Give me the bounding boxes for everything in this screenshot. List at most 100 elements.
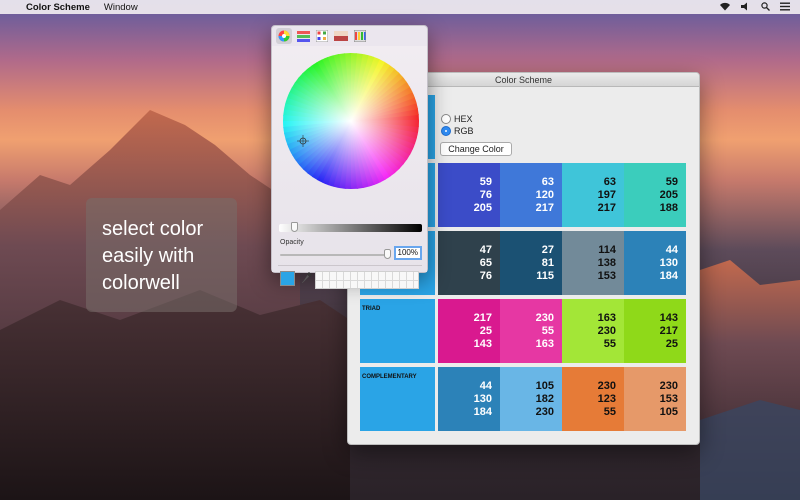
- swatch-value-b: 115: [536, 269, 554, 282]
- swatch-value-g: 123: [597, 392, 616, 405]
- scheme-label: TRIAD: [360, 299, 435, 363]
- swatch-value-b: 205: [473, 201, 492, 214]
- swatch-value-b: 76: [479, 269, 492, 282]
- swatch-value-b: 143: [473, 337, 492, 350]
- color-wheel-icon: [278, 30, 290, 42]
- color-palettes-icon: [316, 30, 328, 42]
- swatch-value-b: 55: [603, 337, 616, 350]
- saved-swatches[interactable]: [315, 271, 419, 289]
- color-swatch[interactable]: 105 182 230: [500, 367, 562, 431]
- color-swatch[interactable]: 63 197 217: [562, 163, 624, 227]
- swatch-value-b: 105: [659, 405, 678, 418]
- picker-tabs: [276, 28, 368, 44]
- swatch-value-g: 197: [597, 188, 616, 201]
- swatch-value-r: 63: [603, 175, 616, 188]
- color-swatch[interactable]: 44 130 184: [624, 231, 686, 295]
- color-swatch[interactable]: 143 217 25: [624, 299, 686, 363]
- wifi-icon[interactable]: [719, 2, 731, 13]
- color-swatch[interactable]: 27 81 115: [500, 231, 562, 295]
- color-swatch[interactable]: 63 120 217: [500, 163, 562, 227]
- swatch-value-g: 217: [659, 324, 678, 337]
- swatch-value-r: 143: [659, 311, 678, 324]
- color-swatch[interactable]: 114 138 153: [562, 231, 624, 295]
- color-swatch[interactable]: 59 76 205: [438, 163, 500, 227]
- radio-hex-label: HEX: [454, 114, 473, 124]
- menu-bar: Color Scheme Window: [0, 0, 800, 14]
- swatch-value-g: 25: [479, 324, 492, 337]
- color-swatch[interactable]: 230 153 105: [624, 367, 686, 431]
- tab-color-sliders[interactable]: [295, 28, 311, 44]
- swatch-value-r: 63: [541, 175, 554, 188]
- swatch-value-r: 217: [473, 311, 492, 324]
- swatch-value-r: 114: [598, 243, 616, 256]
- menu-app-name[interactable]: Color Scheme: [26, 2, 90, 13]
- brightness-knob[interactable]: [291, 222, 298, 232]
- caption-line-1: select color: [102, 218, 204, 240]
- swatch-value-b: 217: [597, 201, 616, 214]
- image-palettes-icon: [334, 31, 348, 41]
- menu-window[interactable]: Window: [104, 2, 138, 13]
- color-swatch[interactable]: 47 65 76: [438, 231, 500, 295]
- tab-image-palettes[interactable]: [333, 28, 349, 44]
- swatch-value-b: 25: [665, 337, 678, 350]
- caption-line-3: colorwell: [102, 272, 180, 294]
- swatch-value-g: 230: [597, 324, 616, 337]
- swatch-value-g: 205: [659, 188, 678, 201]
- format-option-rgb[interactable]: RGB: [441, 125, 474, 137]
- format-radio-group: HEX RGB: [441, 113, 474, 137]
- opacity-knob[interactable]: [384, 249, 391, 259]
- tab-color-wheel[interactable]: [276, 28, 292, 44]
- swatch-value-g: 55: [541, 324, 554, 337]
- swatch-value-g: 65: [479, 256, 492, 269]
- tab-color-palettes[interactable]: [314, 28, 330, 44]
- swatch-value-g: 120: [535, 188, 554, 201]
- swatch-value-g: 182: [535, 392, 554, 405]
- color-swatch[interactable]: 44 130 184: [438, 367, 500, 431]
- caption-line-2: easily with: [102, 245, 195, 267]
- swatch-value-g: 153: [659, 392, 678, 405]
- swatch-value-r: 44: [665, 243, 678, 256]
- swatch-value-b: 217: [535, 201, 554, 214]
- search-icon[interactable]: [761, 1, 770, 13]
- color-swatch[interactable]: 163 230 55: [562, 299, 624, 363]
- swatch-value-b: 184: [659, 269, 678, 282]
- swatch-value-r: 27: [541, 243, 554, 256]
- picker-body: Opacity 100%: [272, 46, 427, 289]
- eyedropper-icon[interactable]: [301, 271, 313, 286]
- opacity-value-field[interactable]: 100%: [394, 246, 422, 260]
- opacity-slider[interactable]: [280, 254, 390, 256]
- swatch-value-r: 230: [597, 379, 616, 392]
- radio-rgb[interactable]: [441, 126, 451, 136]
- notification-center-icon[interactable]: [780, 2, 790, 13]
- color-swatch[interactable]: 59 205 188: [624, 163, 686, 227]
- format-option-hex[interactable]: HEX: [441, 113, 474, 125]
- swatch-value-r: 44: [479, 379, 492, 392]
- swatch-value-r: 59: [479, 175, 492, 188]
- swatch-value-r: 59: [665, 175, 678, 188]
- scheme-label: COMPLEMENTARY: [360, 367, 435, 431]
- scheme-row: COMPLEMENTARY 44 130 184 105 182 230 230 123 55 23…: [360, 367, 690, 431]
- tab-crayons[interactable]: [352, 28, 368, 44]
- brightness-slider[interactable]: [279, 224, 422, 232]
- swatch-value-b: 184: [473, 405, 492, 418]
- volume-icon[interactable]: [741, 2, 751, 13]
- swatch-value-g: 76: [479, 188, 492, 201]
- current-color-swatch[interactable]: [280, 271, 295, 286]
- swatch-value-r: 47: [479, 243, 492, 256]
- swatch-value-r: 230: [659, 379, 678, 392]
- radio-rgb-label: RGB: [454, 126, 474, 136]
- color-wheel[interactable]: [282, 52, 420, 190]
- swatch-value-g: 130: [473, 392, 492, 405]
- swatch-value-r: 105: [535, 379, 554, 392]
- change-color-button[interactable]: Change Color: [440, 142, 512, 156]
- color-swatch[interactable]: 230 123 55: [562, 367, 624, 431]
- color-swatch[interactable]: 230 55 163: [500, 299, 562, 363]
- swatch-value-b: 230: [535, 405, 554, 418]
- color-swatch[interactable]: 217 25 143: [438, 299, 500, 363]
- radio-hex[interactable]: [441, 114, 451, 124]
- swatch-value-b: 55: [603, 405, 616, 418]
- swatch-value-g: 81: [541, 256, 554, 269]
- scheme-row: TRIAD 217 25 143 230 55 163 163 230 55 143 217 25: [360, 299, 690, 363]
- color-sliders-icon: [296, 30, 310, 42]
- opacity-label: Opacity: [280, 239, 304, 246]
